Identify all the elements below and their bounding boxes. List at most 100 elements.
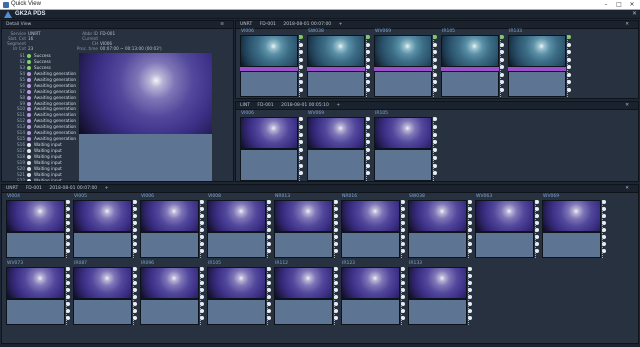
segment-indicator [433,35,437,97]
segment-dot-icon [299,140,303,145]
close-window-icon[interactable]: ✕ [626,0,638,9]
segment-dot-icon [133,200,137,204]
panel-3-add-button[interactable]: + [105,186,109,191]
segment-indicator [401,200,405,258]
segment-dot-icon [433,124,437,129]
panel-2-close-icon[interactable]: ✕ [625,102,629,110]
channel-thumbnail-ir105[interactable]: IR105 [441,29,504,97]
channel-thumbnail-ir096[interactable]: IR096 [140,261,204,325]
earth-image [207,200,266,232]
segment-dot-icon [133,242,137,246]
thumbnail-footer [307,149,365,181]
channel-thumbnail-sw038[interactable]: SW038 [307,29,370,97]
segment-dot-icon [602,242,606,246]
segment-dot-icon [334,288,338,292]
earth-image [274,267,333,299]
thumbnail-footer [441,71,499,97]
segment-indicator [66,200,70,258]
status-dot-icon [27,143,31,148]
channel-thumbnail-ir105[interactable]: IR105 [374,111,437,181]
segment-dot-icon [133,221,137,225]
panel-3-close-icon[interactable]: ✕ [625,185,629,193]
segment-dot-icon [66,242,70,246]
channel-thumbnail-ir105[interactable]: IR105 [207,261,271,325]
earth-image [207,267,266,299]
channel-thumbnail-vi006[interactable]: VI006 [240,111,303,181]
detail-view-header: Detail View ≡ [2,21,233,29]
segment-indicator [602,200,606,258]
segment-dot-icon [66,207,70,211]
step-status-list: S1 Success S2 Success S3 Success S4 Awaiting ge… [5,53,79,181]
earth-image [341,200,400,232]
app-header: GK2A PDS ✕ [0,10,640,19]
segment-dot-icon [334,316,338,320]
segment-dot-icon [535,249,539,253]
channel-thumbnail-vi004[interactable]: VI004 [6,194,70,258]
segment-dot-icon [334,228,338,232]
channel-thumbnail-wv073[interactable]: WV073 [6,261,70,325]
thumbnail-footer [6,232,65,258]
step-status: Waiting input [34,165,62,171]
segment-dot-icon [366,42,370,47]
segment-indicator [468,267,472,325]
segment-dot-icon [200,302,204,306]
segment-dot-icon [200,249,204,253]
channel-thumbnail-vi006[interactable]: VI006 [240,29,303,97]
segment-dot-icon [468,302,472,306]
channel-thumbnail-wv069[interactable]: WV069 [374,29,437,97]
minimize-icon[interactable]: – [600,0,612,9]
channel-thumbnail-wv063[interactable]: WV063 [475,194,539,258]
channel-thumbnail-vi005[interactable]: VI005 [73,194,137,258]
segment-dot-icon [401,214,405,218]
segment-indicator [500,35,504,97]
segment-dot-icon [133,249,137,253]
segment-dot-icon [366,148,370,152]
channel-thumbnail-vi008[interactable]: VI008 [207,194,271,258]
panel-1-add-button[interactable]: + [339,22,343,27]
segment-dot-icon [535,228,539,232]
segment-dot-icon [468,316,472,320]
panel-2-service: LINT [240,103,250,108]
step-status: Awaiting generation [34,112,77,118]
panel-1-close-icon[interactable]: ✕ [625,21,629,29]
segment-dot-icon [200,242,204,246]
channel-thumbnail-wv069[interactable]: WV069 [307,111,370,181]
segment-dot-icon [133,207,137,211]
segment-dot-icon [299,87,303,92]
earth-image [542,200,601,232]
thumbnail-footer [307,71,365,97]
channel-thumbnail-ir133[interactable]: IR133 [508,29,571,97]
channel-thumbnail-vi006[interactable]: VI006 [140,194,204,258]
segment-dot-icon [366,50,370,54]
channel-thumbnail-sw038[interactable]: SW038 [408,194,472,258]
segment-dot-icon [500,57,504,62]
channel-thumbnail-ir133[interactable]: IR133 [408,261,472,325]
segment-dot-icon [401,200,405,204]
panel-2-add-button[interactable]: + [336,103,340,108]
step-status: Awaiting generation [34,124,77,130]
panel-3-header: UNRT FD-001 2018-08-01 00:07:00 + ✕ [2,185,638,193]
channel-thumbnail-nr013[interactable]: NR013 [274,194,338,258]
segment-indicator [133,200,137,258]
segment-dot-icon [500,42,504,47]
maximize-icon[interactable]: □ [613,0,625,9]
close-icon[interactable]: ✕ [632,10,637,17]
channel-thumbnail-ir123[interactable]: IR123 [341,261,405,325]
channel-thumbnail-wv069[interactable]: WV069 [542,194,606,258]
channel-thumbnail-ir087[interactable]: IR087 [73,261,137,325]
segment-indicator [334,267,338,325]
segment-dot-icon [66,274,70,278]
segment-dot-icon [401,242,405,246]
segment-dot-icon [66,228,70,232]
thumbnail-footer [140,299,199,325]
segment-dot-icon [500,72,504,77]
segment-dot-icon [433,148,437,152]
segment-dot-icon [535,207,539,211]
segment-dot-icon [401,274,405,278]
segment-dot-icon [366,140,370,145]
channel-thumbnail-nr016[interactable]: NR016 [341,194,405,258]
channel-thumbnail-ir112[interactable]: IR112 [274,261,338,325]
detail-view-menu-icon[interactable]: ≡ [220,21,224,29]
panel-2-header: LINT FD-001 2018-08-01 00:05:10 + ✕ [236,102,638,110]
segment-dot-icon [133,235,137,239]
